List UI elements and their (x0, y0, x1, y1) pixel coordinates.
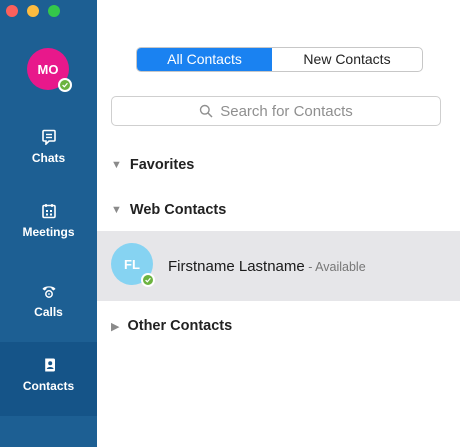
presence-available-icon (141, 273, 155, 287)
sidebar-item-meetings[interactable]: Meetings (0, 203, 97, 251)
section-other-contacts[interactable]: ▶ Other Contacts (111, 318, 232, 334)
expand-triangle-icon: ▼ (111, 159, 122, 171)
sidebar-item-chats[interactable]: Chats (0, 129, 97, 177)
sidebar-item-contacts[interactable]: Contacts (0, 342, 97, 416)
sidebar-item-calls[interactable]: Calls (0, 283, 97, 331)
minimize-window-button[interactable] (27, 5, 39, 17)
contact-name-line: Firstname Lastname - Available (168, 258, 366, 275)
maximize-window-button[interactable] (48, 5, 60, 17)
presence-available-icon (58, 78, 72, 92)
contact-row[interactable]: FL Firstname Lastname - Available (97, 231, 460, 301)
collapse-triangle-icon: ▶ (111, 320, 120, 333)
close-window-button[interactable] (6, 5, 18, 17)
user-avatar[interactable]: MO (27, 48, 72, 92)
sidebar-item-label: Contacts (22, 379, 75, 393)
contact-name: Firstname Lastname (168, 258, 305, 275)
section-favorites[interactable]: ▼ Favorites (111, 157, 194, 173)
chat-icon (41, 129, 56, 145)
search-placeholder: Search for Contacts (220, 102, 353, 120)
search-input[interactable]: Search for Contacts (111, 96, 441, 126)
phone-icon (42, 286, 55, 298)
section-label: Favorites (129, 157, 195, 173)
contact-initials: FL (124, 256, 140, 272)
sidebar-item-label: Chats (31, 151, 66, 165)
tab-all-contacts[interactable]: All Contacts (137, 48, 272, 71)
sidebar-item-label: Calls (34, 305, 63, 319)
section-web-contacts[interactable]: ▼ Web Contacts (111, 202, 226, 218)
sidebar: MO Chats Meetings Calls Contacts (0, 0, 97, 447)
contact-status: - Available (304, 260, 366, 274)
expand-triangle-icon: ▼ (111, 204, 122, 216)
sidebar-item-label: Meetings (22, 225, 75, 239)
window-controls (6, 5, 60, 17)
contacts-tabs: All Contacts New Contacts (136, 47, 423, 72)
calendar-icon (41, 204, 56, 219)
tab-new-contacts[interactable]: New Contacts (272, 48, 422, 71)
search-icon (200, 104, 213, 118)
contacts-icon (42, 358, 55, 372)
user-initials: MO (37, 61, 59, 77)
section-label: Other Contacts (127, 318, 233, 334)
contact-avatar: FL (111, 243, 155, 287)
section-label: Web Contacts (129, 202, 227, 218)
